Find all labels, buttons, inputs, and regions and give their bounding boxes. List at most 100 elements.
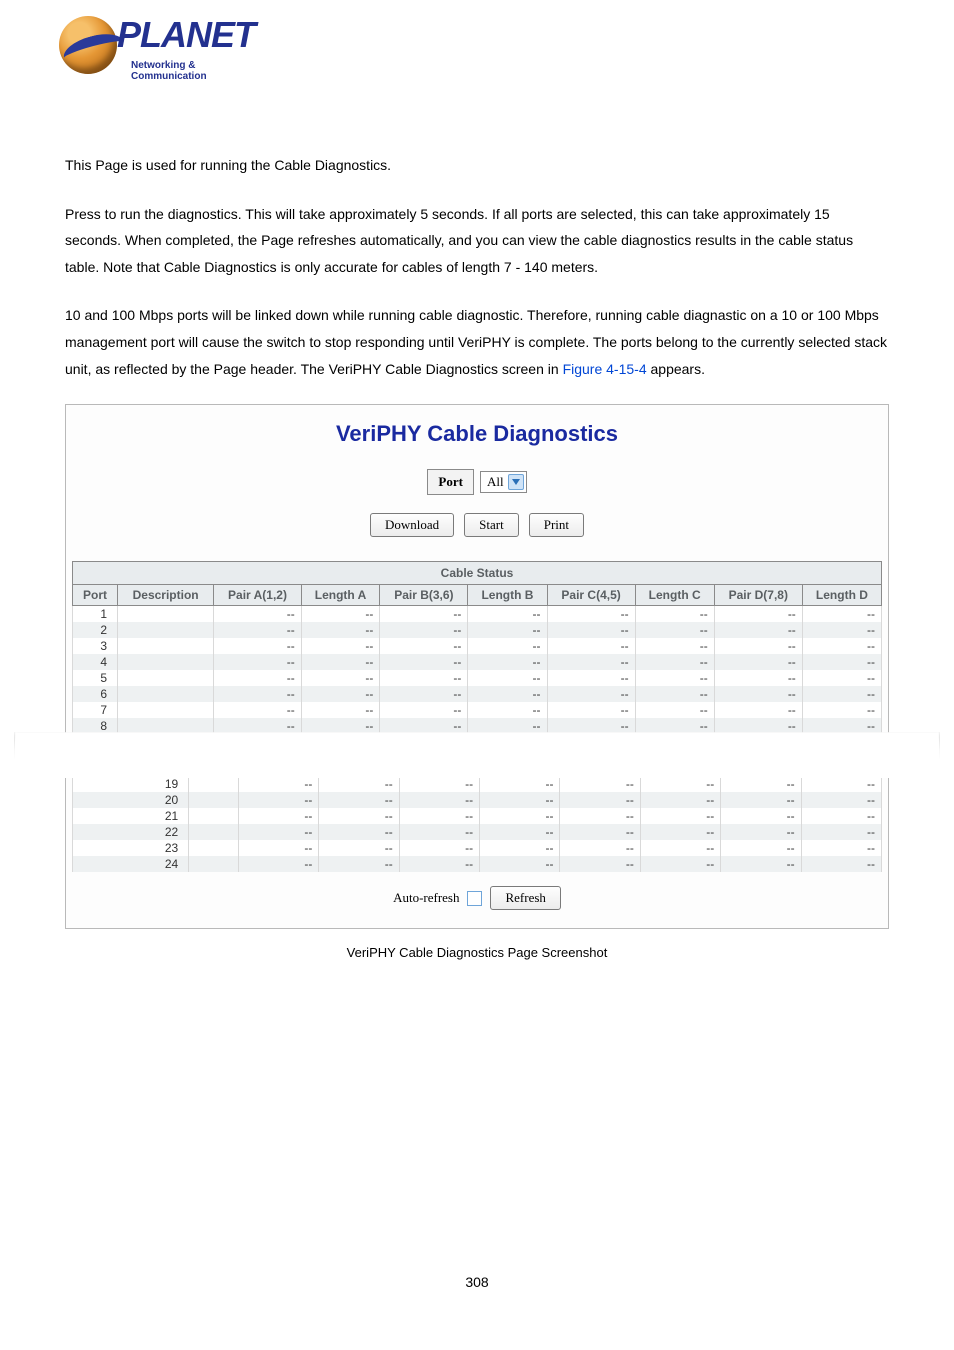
data-cell: -- [640,776,720,792]
data-cell: -- [801,856,881,872]
data-cell: -- [380,654,468,670]
column-header: Length A [301,585,380,606]
table-row: 21---------------- [73,808,882,824]
data-cell: -- [547,606,635,623]
download-button[interactable]: Download [370,513,454,537]
data-cell [118,654,214,670]
data-cell: -- [560,792,640,808]
data-cell: -- [214,670,302,686]
data-cell: -- [640,840,720,856]
brand-tagline: Networking & Communication [131,60,265,82]
data-cell [118,670,214,686]
data-cell: -- [480,808,560,824]
page-number: 308 [0,1274,954,1290]
data-cell: -- [238,856,318,872]
data-cell: -- [560,808,640,824]
data-cell: -- [640,792,720,808]
data-cell: -- [802,638,881,654]
data-cell: -- [714,686,802,702]
data-cell: -- [380,606,468,623]
table-row: 20---------------- [73,792,882,808]
data-cell: -- [721,824,801,840]
data-cell: -- [468,606,547,623]
data-cell: -- [721,856,801,872]
data-cell: -- [380,638,468,654]
data-cell: -- [547,686,635,702]
data-cell: -- [238,824,318,840]
data-cell: -- [480,840,560,856]
data-cell [189,808,239,824]
data-cell: -- [635,654,714,670]
data-cell: -- [399,792,479,808]
data-cell: -- [238,808,318,824]
print-button[interactable]: Print [529,513,584,537]
data-cell: -- [801,840,881,856]
data-cell: -- [468,702,547,718]
port-cell: 22 [73,824,189,840]
data-cell: -- [801,824,881,840]
figure-link[interactable]: Figure 4-15-4 [563,361,647,377]
data-cell: -- [480,856,560,872]
port-cell: 3 [73,638,118,654]
data-cell: -- [399,776,479,792]
data-cell: -- [399,840,479,856]
data-cell: -- [721,808,801,824]
data-cell: -- [480,792,560,808]
start-button[interactable]: Start [464,513,519,537]
data-cell: -- [319,808,399,824]
port-select[interactable]: All [480,471,527,493]
data-cell: -- [635,622,714,638]
data-cell: -- [547,654,635,670]
data-cell: -- [214,606,302,623]
port-cell: 7 [73,702,118,718]
data-cell: -- [214,654,302,670]
data-cell: -- [468,670,547,686]
data-cell: -- [721,840,801,856]
data-cell: -- [319,856,399,872]
refresh-button[interactable]: Refresh [490,886,560,910]
data-cell [189,856,239,872]
port-label: Port [427,469,474,495]
data-cell: -- [635,638,714,654]
table-row: 7---------------- [73,702,882,718]
table-row: 23---------------- [73,840,882,856]
data-cell: -- [560,824,640,840]
data-cell: -- [319,792,399,808]
data-cell: -- [721,792,801,808]
data-cell: -- [468,686,547,702]
column-header: Pair D(7,8) [714,585,802,606]
data-cell: -- [399,808,479,824]
data-cell: -- [214,638,302,654]
data-cell: -- [468,622,547,638]
intro-paragraph-3a: 10 and 100 Mbps ports will be linked dow… [65,307,887,376]
table-row: 19---------------- [73,776,882,792]
data-cell: -- [468,654,547,670]
port-cell: 4 [73,654,118,670]
column-header: Pair C(4,5) [547,585,635,606]
auto-refresh-checkbox[interactable] [467,891,482,906]
column-header: Pair A(1,2) [214,585,302,606]
data-cell: -- [214,702,302,718]
data-cell: -- [380,670,468,686]
data-cell: -- [560,776,640,792]
port-cell: 21 [73,808,189,824]
port-cell: 19 [73,776,189,792]
data-cell [118,686,214,702]
data-cell: -- [801,792,881,808]
data-cell: -- [640,824,720,840]
data-cell: -- [480,776,560,792]
port-cell: 2 [73,622,118,638]
table-row: 24---------------- [73,856,882,872]
data-cell: -- [721,776,801,792]
data-cell: -- [238,840,318,856]
data-cell: -- [560,840,640,856]
data-cell: -- [802,686,881,702]
column-header: Length D [802,585,881,606]
column-header: Length B [468,585,547,606]
data-cell: -- [801,776,881,792]
cable-status-table: Cable Status PortDescriptionPair A(1,2)L… [72,561,882,734]
data-cell [118,622,214,638]
data-cell: -- [635,686,714,702]
data-cell: -- [714,702,802,718]
data-cell: -- [547,638,635,654]
